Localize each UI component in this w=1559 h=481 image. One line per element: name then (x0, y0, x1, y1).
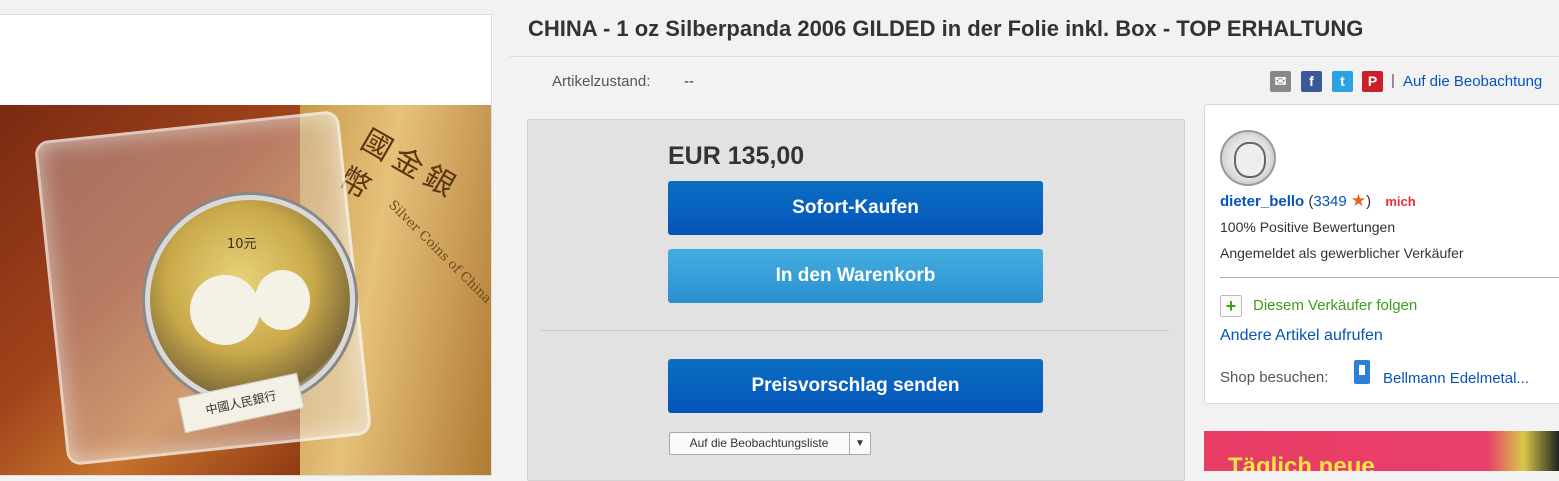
email-icon[interactable]: ✉ (1270, 71, 1291, 92)
business-seller-note: Angemeldet als gewerblicher Verkäufer (1220, 245, 1464, 261)
shop-name-link[interactable]: Bellmann Edelmetal... (1383, 370, 1529, 387)
product-image[interactable]: 國金銀幣 Silver Coins of China 10元 中國人民銀行 (0, 105, 491, 475)
chevron-down-icon[interactable]: ▼ (849, 433, 870, 454)
feedback-score-link[interactable]: 3349 (1313, 193, 1346, 210)
watchlist-link[interactable]: Auf die Beobachtung (1403, 73, 1542, 90)
star-icon: ★ (1350, 191, 1367, 210)
seller-logo[interactable] (1220, 130, 1276, 186)
me-badge-icon[interactable]: mich (1385, 194, 1415, 209)
make-offer-button[interactable]: Preisvorschlag senden (668, 359, 1043, 413)
coin-denomination: 10元 (227, 237, 257, 252)
store-icon[interactable] (1354, 360, 1370, 384)
price: EUR 135,00 (668, 142, 805, 170)
watchlist-button-label[interactable]: Auf die Beobachtungsliste (670, 433, 848, 454)
title-divider (510, 56, 1559, 57)
buy-box-divider (541, 330, 1169, 331)
share-separator: | (1391, 72, 1395, 89)
store-icon-door (1359, 365, 1365, 375)
seller-divider (1220, 277, 1559, 278)
other-items-link[interactable]: Andere Artikel aufrufen (1220, 327, 1383, 345)
watchlist-split-button[interactable]: Auf die Beobachtungsliste ▼ (669, 432, 871, 455)
score-close-paren: ) (1366, 193, 1372, 210)
buy-now-button[interactable]: Sofort-Kaufen (668, 181, 1043, 235)
panda-figure (190, 275, 260, 345)
me-badge-prefix: m (1385, 194, 1397, 209)
product-image-panel: 國金銀幣 Silver Coins of China 10元 中國人民銀行 (0, 14, 492, 476)
pinterest-icon[interactable]: P (1362, 71, 1383, 92)
score-open-paren: ( (1304, 193, 1314, 210)
condition-label: Artikelzustand: (552, 73, 651, 90)
page-title: CHINA - 1 oz Silberpanda 2006 GILDED in … (528, 16, 1364, 41)
condition-value: -- (684, 73, 694, 90)
ad-text: Täglich neue (1228, 453, 1375, 471)
twitter-icon[interactable]: t (1332, 71, 1353, 92)
facebook-icon[interactable]: f (1301, 71, 1322, 92)
add-to-cart-button[interactable]: In den Warenkorb (668, 249, 1043, 303)
seller-name-link[interactable]: dieter_bello (1220, 193, 1304, 210)
follow-seller-link[interactable]: Diesem Verkäufer folgen (1253, 297, 1417, 314)
me-badge-suffix: ich (1396, 194, 1416, 209)
ad-banner[interactable]: Täglich neue (1204, 431, 1559, 471)
plus-icon[interactable]: + (1220, 295, 1242, 317)
panda-cub-figure (255, 270, 310, 330)
shop-label: Shop besuchen: (1220, 369, 1329, 386)
seller-info-line: dieter_bello (3349 ★) mich (1220, 191, 1416, 211)
seller-logo-emblem (1234, 142, 1266, 178)
positive-feedback: 100% Positive Bewertungen (1220, 219, 1396, 235)
